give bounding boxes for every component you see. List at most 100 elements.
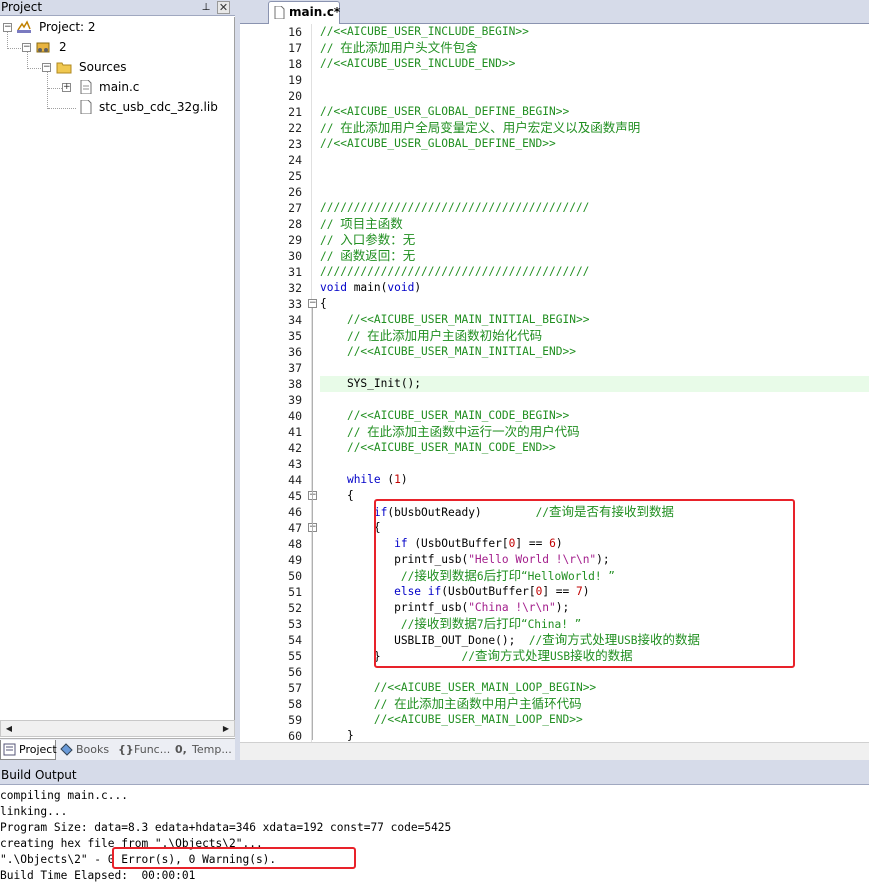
code-line: //<<AICUBE_USER_INCLUDE_BEGIN>> [320,25,529,38]
line-number: 21 [288,105,302,119]
code-line: void main(void) [320,281,422,294]
line-number: 22 [288,121,302,135]
line-number: 19 [288,73,302,87]
build-output-title-text: Build Output [1,768,77,782]
tab-project[interactable]: Project [0,740,57,760]
line-number: 58 [288,697,302,711]
line-number: 47 [288,521,302,535]
fold-line [312,308,313,740]
code-line: //////////////////////////////////////// [320,201,590,214]
code-line: //<<AICUBE_USER_MAIN_INITIAL_BEGIN>> [346,313,590,326]
line-number: 60 [288,729,302,742]
tree-item-lib[interactable]: stc_usb_cdc_32g.lib [99,98,218,116]
output-line: Build Time Elapsed: 00:00:01 [0,869,196,882]
line-number: 24 [288,153,302,167]
line-number: 44 [288,473,302,487]
target-icon [36,42,50,53]
tab-functions[interactable]: {} Func... [116,740,172,760]
output-line: Program Size: data=8.3 edata+hdata=346 x… [0,821,452,834]
project-icon [17,20,31,33]
line-number: 17 [288,41,302,55]
braces-icon: {} [118,743,134,756]
code-line: // 在此添加用户头文件包含 [320,40,478,55]
code-line: //<<AICUBE_USER_MAIN_LOOP_END>> [373,713,583,726]
project-tab-icon [3,743,16,756]
line-number-gutter: 16 17 18 19 20 21 22 23 24 25 26 27 28 29 30 31 32 33 34 35… [240,24,312,742]
line-number: 34 [288,313,302,327]
tree-item-main-c[interactable]: main.c [99,78,139,96]
annotation-box-code [374,499,795,668]
code-line: //<<AICUBE_USER_MAIN_CODE_BEGIN>> [346,409,570,422]
editor-hscrollbar[interactable] [240,742,869,760]
project-panel-title-text: Project [1,0,43,14]
code-line: // 在此添加主函数中运行一次的用户代码 [346,424,580,439]
line-number: 40 [288,409,302,423]
c-file-icon [80,80,92,94]
tab-main-c[interactable]: main.c* [268,1,340,24]
line-number: 41 [288,425,302,439]
line-number: 48 [288,537,302,551]
line-number: 52 [288,601,302,615]
line-number: 18 [288,57,302,71]
line-number: 28 [288,217,302,231]
scroll-left-icon[interactable]: ◀ [2,722,16,735]
line-number: 33 [288,297,302,311]
tree-item-project[interactable]: Project: 2 [39,18,96,36]
code-line: { [320,297,327,310]
c-file-icon [274,6,285,19]
collapse-icon[interactable]: − [22,43,31,52]
line-number: 26 [288,185,302,199]
code-line: // 项目主函数 [320,216,403,231]
line-number: 49 [288,553,302,567]
line-number: 57 [288,681,302,695]
close-icon[interactable]: ✕ [217,1,230,14]
line-number: 31 [288,265,302,279]
project-panel-tabs: Project Books {} Func... 0, Temp... [0,738,235,760]
scroll-right-icon[interactable]: ▶ [219,722,233,735]
line-number: 37 [288,361,302,375]
tree-item-target[interactable]: 2 [59,38,67,56]
line-number: 54 [288,633,302,647]
line-number: 32 [288,281,302,295]
code-line: //<<AICUBE_USER_INCLUDE_END>> [320,57,516,70]
tab-books[interactable]: Books [58,740,114,760]
ide-window: { "project_panel": { "title": "Project",… [0,0,869,885]
project-hscrollbar[interactable]: ◀ ▶ [0,720,235,737]
tab-templates[interactable]: 0, Temp... [174,740,234,760]
code-line: //<<AICUBE_USER_GLOBAL_DEFINE_END>> [320,137,556,150]
tree-item-sources[interactable]: Sources [79,58,126,76]
collapse-icon[interactable]: − [3,23,12,32]
code-line: //<<AICUBE_USER_GLOBAL_DEFINE_BEGIN>> [320,105,570,118]
code-line: // 入口参数：无 [320,232,416,247]
code-line: //<<AICUBE_USER_MAIN_INITIAL_END>> [346,345,576,358]
line-number: 51 [288,585,302,599]
code-line: // 在此添加用户全局变量定义、用户宏定义以及函数声明 [320,120,641,135]
folder-icon [56,62,72,74]
line-number: 55 [288,649,302,663]
build-output-body[interactable]: compiling main.c... linking... Program S… [0,786,869,885]
code-line: { [320,489,354,502]
expand-icon[interactable]: + [62,83,71,92]
code-line: // 在此添加主函数中用户主循环代码 [373,696,582,711]
build-output-title: Build Output [0,766,869,785]
editor-tabs: main.c* [240,0,869,24]
fold-collapse-icon[interactable]: − [308,299,317,308]
line-number: 38 [288,377,302,391]
pin-icon[interactable]: ⊥ [200,0,212,15]
annotation-box-build [112,847,356,869]
line-number: 39 [288,393,302,407]
code-line: //<<AICUBE_USER_MAIN_CODE_END>> [346,441,556,454]
collapse-icon[interactable]: − [42,63,51,72]
line-number: 46 [288,505,302,519]
line-number: 20 [288,89,302,103]
code-line: while (1) [346,473,408,486]
project-tree: − Project: 2 − 2 − Sources + main.c stc_… [0,17,235,720]
template-icon: 0, [175,743,187,756]
line-number: 45 [288,489,302,503]
line-number: 36 [288,345,302,359]
line-number: 53 [288,617,302,631]
code-line: // 在此添加用户主函数初始化代码 [346,328,543,343]
line-number: 23 [288,137,302,151]
line-number: 59 [288,713,302,727]
line-number: 56 [288,665,302,679]
